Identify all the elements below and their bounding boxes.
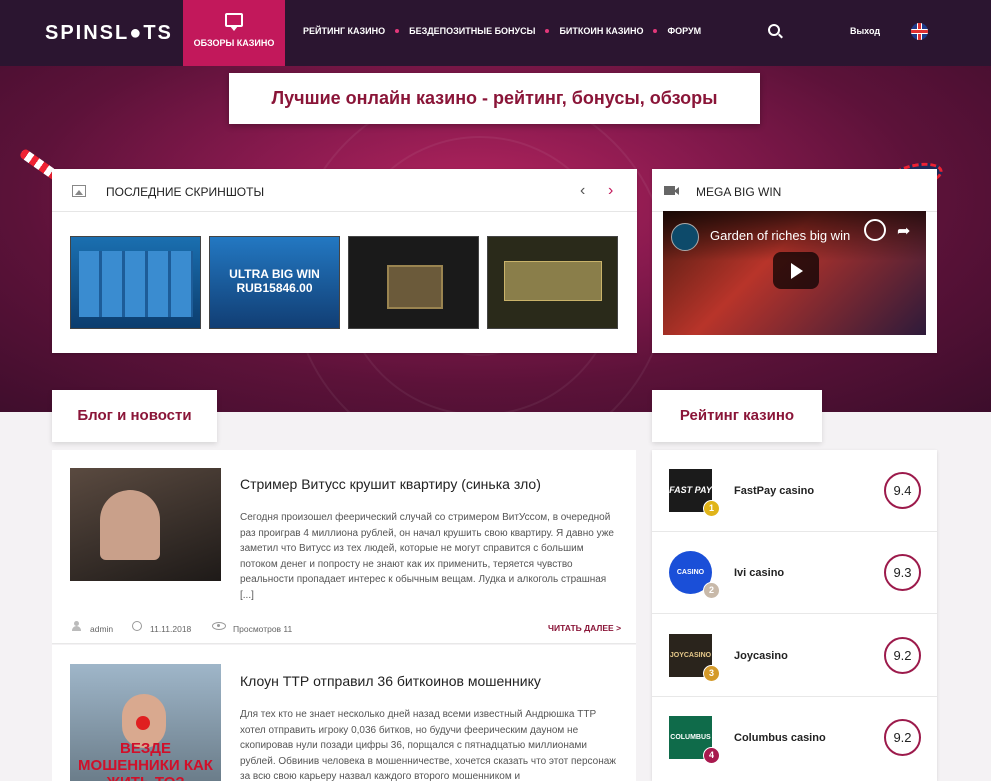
casino-score: 9.3 — [884, 554, 921, 591]
rank-badge: 1 — [703, 500, 720, 517]
post-excerpt: Сегодня произошел феерический случай со … — [240, 512, 614, 601]
video-card-title: MEGA BIG WIN — [696, 185, 782, 199]
casino-rating-row[interactable]: FAST PAY 1 FastPay casino 9.4 — [652, 450, 937, 532]
casino-rating-row[interactable]: COLUMBUS 4 Columbus casino 9.2 — [652, 697, 937, 779]
card-header: MEGA BIG WIN — [652, 169, 937, 212]
casino-name[interactable]: Ivi casino — [734, 567, 784, 579]
casino-score: 9.2 — [884, 719, 921, 756]
youtube-video-player[interactable]: Garden of riches big win ➦ — [663, 211, 926, 335]
eye-icon — [212, 622, 226, 630]
menu-no-deposit-bonuses[interactable]: БЕЗДЕПОЗИТНЫЕ БОНУСЫ — [409, 26, 535, 36]
slot-reels — [79, 251, 193, 317]
rating-section-title: Рейтинг казино — [679, 407, 795, 424]
nav-casino-reviews[interactable]: ОБЗОРЫ КАЗИНО — [183, 0, 285, 66]
rank-badge: 3 — [703, 665, 720, 682]
latest-screenshots-card: ПОСЛЕДНИЕ СКРИНШОТЫ ‹ › ULTRA BIG WIN RU… — [52, 169, 637, 353]
watch-later-icon[interactable] — [864, 219, 886, 241]
slot-machine-image — [504, 261, 602, 301]
site-logo[interactable]: SPINSL●TS — [45, 22, 173, 45]
rank-badge: 2 — [703, 582, 720, 599]
post-thumbnail[interactable]: ВЕЗДЕ МОШЕННИКИ КАК ЖИТЬ ТО? — [70, 664, 221, 781]
clown-nose — [136, 716, 150, 730]
read-more-link[interactable]: ЧИТАТЬ ДАЛЕЕ > — [548, 623, 621, 633]
main-menu: РЕЙТИНГ КАЗИНО БЕЗДЕПОЗИТНЫЕ БОНУСЫ БИТК… — [303, 26, 701, 36]
screenshot-thumbnail[interactable] — [348, 236, 479, 329]
menu-separator — [653, 29, 658, 33]
image-icon — [72, 185, 86, 197]
post-image-caption: ВЕЗДЕ МОШЕННИКИ КАК ЖИТЬ ТО? — [78, 740, 213, 781]
post-date: 11.11.2018 — [150, 624, 192, 634]
menu-bitcoin-casino[interactable]: БИТКОИН КАЗИНО — [559, 26, 643, 36]
casino-rating-row[interactable]: CASINO 2 Ivi casino 9.3 — [652, 532, 937, 614]
screenshot-thumbnail[interactable]: ULTRA BIG WIN RUB15846.00 — [209, 236, 340, 329]
blog-post: Стример Витусс крушит квартиру (синька з… — [52, 450, 636, 644]
prev-arrow-button[interactable]: ‹ — [580, 182, 585, 200]
menu-separator — [545, 29, 550, 33]
channel-avatar[interactable] — [671, 223, 699, 251]
rating-section-tab: Рейтинг казино — [652, 390, 822, 442]
post-title[interactable]: Стример Витусс крушит квартиру (синька з… — [240, 476, 541, 492]
play-button-icon[interactable] — [773, 252, 819, 289]
post-title[interactable]: Клоун ТТР отправил 36 биткоинов мошенник… — [240, 673, 541, 689]
casino-rating-list: FAST PAY 1 FastPay casino 9.4 CASINO 2 I… — [652, 450, 937, 781]
screenshot-thumbnail[interactable] — [487, 236, 618, 329]
big-win-text: ULTRA BIG WIN RUB15846.00 — [229, 267, 320, 295]
blog-post: ВЕЗДЕ МОШЕННИКИ КАК ЖИТЬ ТО? Клоун ТТР о… — [52, 645, 636, 781]
post-image-person — [100, 490, 160, 560]
casino-name[interactable]: Joycasino — [734, 650, 788, 662]
casino-name[interactable]: Columbus casino — [734, 732, 826, 744]
blog-section-title: Блог и новости — [77, 407, 192, 424]
top-navigation-bar: SPINSL●TS ОБЗОРЫ КАЗИНО РЕЙТИНГ КАЗИНО Б… — [0, 0, 991, 66]
menu-forum[interactable]: ФОРУМ — [667, 26, 701, 36]
casino-rating-row[interactable]: JOYCASINO 3 Joycasino 9.2 — [652, 615, 937, 697]
search-icon[interactable] — [768, 24, 780, 36]
uk-flag-icon[interactable] — [911, 23, 928, 40]
post-excerpt: Для тех кто не знает несколько дней наза… — [240, 709, 616, 781]
user-icon — [72, 621, 81, 631]
card-header: ПОСЛЕДНИЕ СКРИНШОТЫ ‹ › — [52, 169, 637, 212]
logout-link[interactable]: Выход — [850, 26, 880, 36]
clock-icon — [132, 621, 142, 631]
next-arrow-button[interactable]: › — [608, 182, 613, 200]
hero-title-box: Лучшие онлайн казино - рейтинг, бонусы, … — [229, 73, 760, 124]
post-views: Просмотров 11 — [233, 624, 293, 634]
screenshot-thumbnail[interactable] — [70, 236, 201, 329]
mega-big-win-card: MEGA BIG WIN Garden of riches big win ➦ — [652, 169, 937, 353]
rank-badge: 4 — [703, 747, 720, 764]
share-icon[interactable]: ➦ — [897, 221, 910, 241]
blog-section-tab: Блог и новости — [52, 390, 217, 442]
slot-machine-image — [387, 265, 443, 309]
menu-casino-rating[interactable]: РЕЙТИНГ КАЗИНО — [303, 26, 385, 36]
screenshots-title: ПОСЛЕДНИЕ СКРИНШОТЫ — [106, 185, 265, 199]
video-camera-icon — [664, 186, 679, 195]
page-title: Лучшие онлайн казино - рейтинг, бонусы, … — [271, 88, 718, 108]
casino-name[interactable]: FastPay casino — [734, 485, 814, 497]
post-author[interactable]: admin — [90, 624, 113, 634]
post-thumbnail[interactable] — [70, 468, 221, 581]
video-title[interactable]: Garden of riches big win — [710, 228, 850, 243]
message-icon — [225, 13, 243, 31]
casino-score: 9.4 — [884, 472, 921, 509]
casino-score: 9.2 — [884, 637, 921, 674]
menu-separator — [395, 29, 400, 33]
nav-casino-reviews-label: ОБЗОРЫ КАЗИНО — [193, 38, 275, 48]
